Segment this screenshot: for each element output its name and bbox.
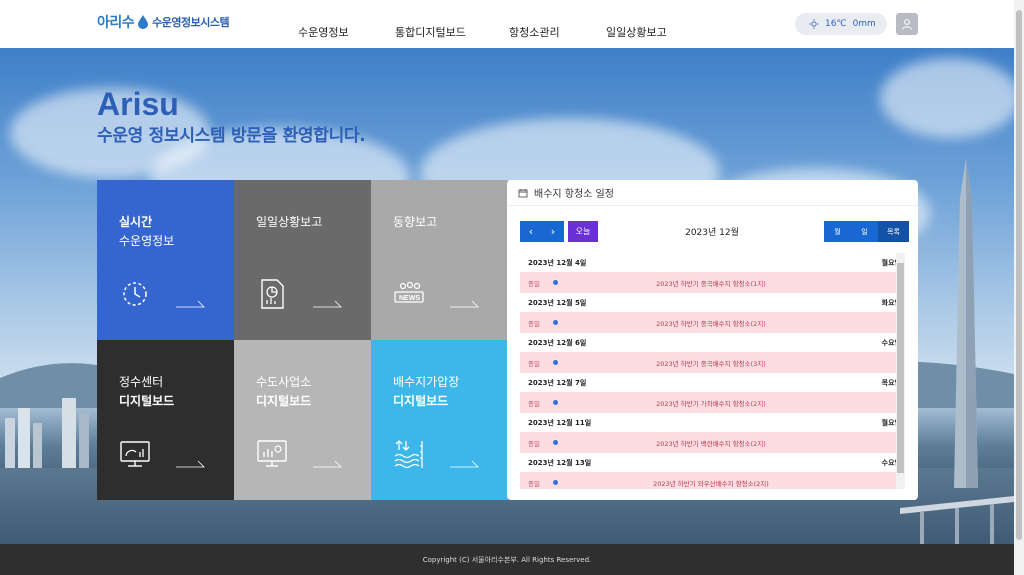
current-month: 2023년 12월 <box>685 228 739 238</box>
event-row[interactable]: 종일 2023년 하반기 중곡배수지 항청소(1지) <box>520 272 904 293</box>
hero-subtitle: 수운영 정보시스템 방문을 환영합니다. <box>97 126 366 146</box>
allday-label: 종일 <box>528 439 540 448</box>
monitor-icon <box>120 441 150 467</box>
day-header: 2023년 12월 4일 월요일 <box>520 253 904 272</box>
hero-title: Arisu <box>97 86 179 122</box>
sun-icon <box>809 19 819 29</box>
weather-rain: 0mm <box>852 19 876 29</box>
tile-waterworks-board[interactable]: 수도사업소 디지털보드 <box>234 340 371 500</box>
event-row[interactable]: 종일 2023년 하반기 와우산배수지 항청소(2지) <box>520 472 904 489</box>
event-title: 2023년 하반기 중곡배수지 항청소(3지) <box>656 359 766 368</box>
city-buildings <box>5 398 89 473</box>
water-level-icon <box>394 440 423 469</box>
schedule-header: 배수지 항청소 일정 <box>507 180 918 206</box>
day-date: 2023년 12월 5일 <box>528 298 587 307</box>
event-title: 2023년 하반기 가좌배수지 항청소(2지) <box>656 399 766 408</box>
tile-label: 수운영정보 <box>119 234 175 248</box>
tile-label: 일일상황보고 <box>256 215 323 229</box>
day-header: 2023년 12월 13일 수요일 <box>520 453 904 472</box>
schedule-list: 2023년 12월 4일 월요일 종일 2023년 하반기 중곡배수지 항청소(… <box>520 253 904 489</box>
day-date: 2023년 12월 13일 <box>528 458 592 467</box>
arrow-icon <box>176 460 205 468</box>
weather-widget: 16℃ 0mm <box>795 13 887 35</box>
tile-realtime-info[interactable]: 실시간 수운영정보 <box>97 180 234 340</box>
footer: Copyright (C) 서울아리수본부. All Rights Reserv… <box>0 544 1014 575</box>
arrow-icon <box>313 300 342 308</box>
user-icon <box>902 19 912 30</box>
arrow-icon <box>176 300 205 308</box>
tile-label: 정수센터 <box>119 375 164 389</box>
schedule-panel: 배수지 항청소 일정 ‹ › 오늘 2023년 12월 월 일 목록 2023년… <box>507 180 918 500</box>
day-date: 2023년 12월 11일 <box>528 418 592 427</box>
day-date: 2023년 12월 4일 <box>528 258 587 267</box>
logo-ari-text: 아리수 <box>97 14 135 30</box>
allday-label: 종일 <box>528 319 540 328</box>
event-row[interactable]: 종일 2023년 하반기 가좌배수지 항청소(2지) <box>520 392 904 413</box>
event-title: 2023년 하반기 중곡배수지 항청소(1지) <box>656 279 766 288</box>
allday-label: 종일 <box>528 399 540 408</box>
event-row[interactable]: 종일 2023년 하반기 중곡배수지 항청소(3지) <box>520 352 904 373</box>
user-button[interactable] <box>896 13 918 35</box>
svg-text:NEWS: NEWS <box>399 295 420 302</box>
arrow-icon <box>313 460 342 468</box>
allday-label: 종일 <box>528 359 540 368</box>
day-header: 2023년 12월 7일 목요일 <box>520 373 904 392</box>
weather-temp: 16℃ <box>825 19 847 29</box>
nav-item-cleaning[interactable]: 항청소관리 <box>509 24 560 40</box>
event-row[interactable]: 종일 2023년 하반기 중곡배수지 항청소(2지) <box>520 312 904 333</box>
prev-month-button[interactable]: ‹ <box>520 221 542 242</box>
schedule-title: 배수지 항청소 일정 <box>534 189 614 200</box>
news-icon: NEWS <box>394 281 424 303</box>
tile-label: 실시간 <box>119 215 153 229</box>
allday-label: 종일 <box>528 279 540 288</box>
event-title: 2023년 하반기 백련배수지 항청소(2지) <box>656 439 766 448</box>
tile-label: 디지털보드 <box>393 394 449 408</box>
tile-purification-board[interactable]: 정수센터 디지털보드 <box>97 340 234 500</box>
next-month-button[interactable]: › <box>542 221 564 242</box>
tile-trend-report[interactable]: 동향보고 NEWS <box>371 180 508 340</box>
lotte-tower <box>954 158 978 488</box>
header: 아리수 수운영정보시스템 수운영정보 통합디지털보드 항청소관리 일일상황보고 … <box>0 0 1014 48</box>
logo[interactable]: 아리수 수운영정보시스템 <box>97 12 230 32</box>
schedule-scrollbar[interactable] <box>896 253 905 489</box>
clock-icon <box>123 282 147 306</box>
day-header: 2023년 12월 11일 월요일 <box>520 413 904 432</box>
tile-label: 디지털보드 <box>256 394 312 408</box>
view-list-button[interactable]: 목록 <box>878 221 909 242</box>
event-title: 2023년 하반기 중곡배수지 항청소(2지) <box>656 319 766 328</box>
nav-item-daily-report[interactable]: 일일상황보고 <box>606 24 667 40</box>
cloud <box>880 58 1014 138</box>
nav-item-realtime[interactable]: 수운영정보 <box>298 24 349 40</box>
day-header: 2023년 12월 6일 수요일 <box>520 333 904 352</box>
tile-label: 배수지가압장 <box>393 375 460 389</box>
copyright-text: Copyright (C) 서울아리수본부. All Rights Reserv… <box>422 555 592 564</box>
tile-daily-report[interactable]: 일일상황보고 <box>234 180 371 340</box>
tile-label: 수도사업소 <box>256 375 312 389</box>
view-switcher: 월 일 목록 <box>824 221 909 242</box>
board-icon <box>257 440 287 467</box>
allday-label: 종일 <box>528 479 540 488</box>
arrow-icon <box>450 300 479 308</box>
event-row[interactable]: 종일 2023년 하반기 백련배수지 항청소(2지) <box>520 432 904 453</box>
day-date: 2023년 12월 7일 <box>528 378 587 387</box>
arrow-icon <box>450 460 479 468</box>
report-icon <box>261 279 284 309</box>
today-button[interactable]: 오늘 <box>568 221 598 242</box>
tile-label: 동향보고 <box>393 215 438 229</box>
view-day-button[interactable]: 일 <box>851 221 878 242</box>
calendar-icon <box>518 188 528 197</box>
day-header: 2023년 12월 5일 화요일 <box>520 293 904 312</box>
water-drop-icon <box>138 15 149 29</box>
nav-item-digital-board[interactable]: 통합디지털보드 <box>395 24 466 40</box>
tile-label: 디지털보드 <box>119 394 175 408</box>
tile-reservoir-board[interactable]: 배수지가압장 디지털보드 <box>371 340 508 500</box>
day-date: 2023년 12월 6일 <box>528 338 587 347</box>
logo-system-text: 수운영정보시스템 <box>152 16 230 29</box>
view-month-button[interactable]: 월 <box>824 221 851 242</box>
page-scrollbar[interactable] <box>1014 0 1024 575</box>
event-title: 2023년 하반기 와우산배수지 항청소(2지) <box>653 479 769 488</box>
